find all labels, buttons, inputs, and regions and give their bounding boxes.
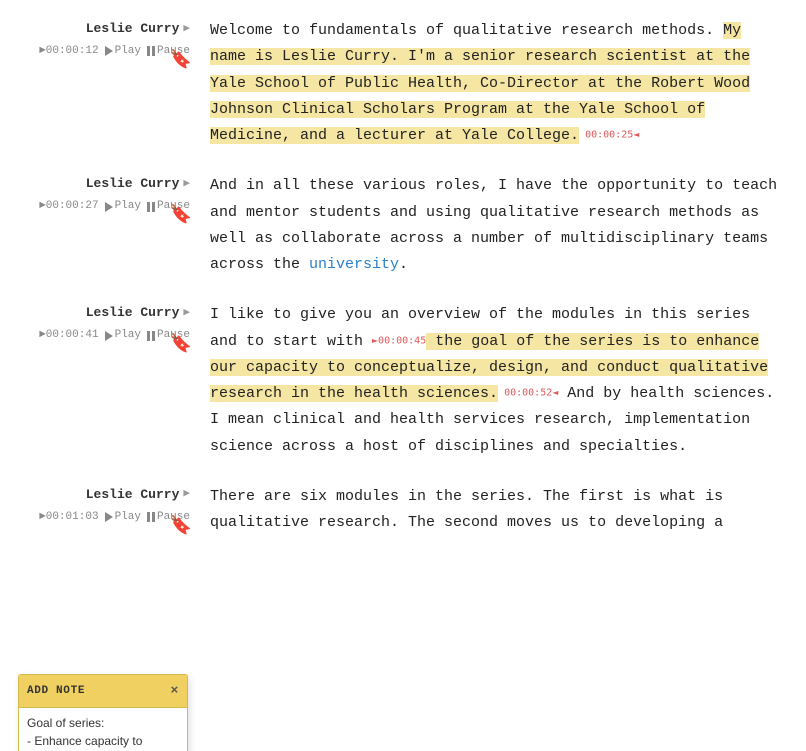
right-col-2: And in all these various roles, I have t… — [200, 173, 806, 278]
controls-row-4: ►00:01:03 Play Pause — [39, 508, 190, 527]
text-normal-2a: And in all these various roles, I have t… — [210, 177, 777, 273]
left-col-1: Leslie Curry ▶ ►00:00:12 Play Pause 🔖 — [0, 18, 200, 149]
speaker-name-4: Leslie Curry — [86, 484, 180, 506]
bookmark-icon-3-yellow[interactable]: 🔖 — [170, 330, 192, 361]
text-normal-2b: . — [399, 256, 408, 273]
transcript-container: Leslie Curry ▶ ►00:00:12 Play Pause 🔖 — [0, 0, 806, 751]
right-col-1: Welcome to fundamentals of qualitative r… — [200, 18, 806, 149]
play-icon-1 — [105, 46, 113, 56]
pause-bar-a-2 — [147, 202, 150, 212]
pause-bar-a-1 — [147, 46, 150, 56]
segment-3: Leslie Curry ▶ ►00:00:41 Play Pause 🔖 — [0, 294, 806, 468]
play-icon-3 — [105, 331, 113, 341]
pause-bar-b-4 — [152, 512, 155, 522]
inline-ts-3b: 00:00:52◄ — [498, 387, 558, 398]
speaker-row-2: Leslie Curry ▶ — [86, 173, 190, 195]
add-note-header: ADD NOTE × — [19, 675, 187, 708]
play-label-1: Play — [115, 42, 141, 61]
text-content-2: And in all these various roles, I have t… — [210, 173, 786, 278]
chevron-right-icon-1: ▶ — [183, 20, 190, 39]
speaker-name-3: Leslie Curry — [86, 302, 180, 324]
bookmark-icon-2[interactable]: 🔖 — [170, 201, 192, 232]
add-note-textarea[interactable]: Goal of series: - Enhance capacity to co… — [19, 708, 187, 751]
chevron-right-icon-2: ▶ — [183, 175, 190, 194]
timestamp-1: ►00:00:12 — [39, 42, 98, 61]
inline-ts-1: 00:00:25◄ — [579, 129, 639, 140]
chevron-right-icon-4: ▶ — [183, 485, 190, 504]
text-highlight-1: My name is Leslie Curry. I'm a senior re… — [210, 22, 750, 144]
speaker-name-1: Leslie Curry — [86, 18, 180, 40]
play-label-2: Play — [115, 197, 141, 216]
play-label-3: Play — [115, 326, 141, 345]
segment-1: Leslie Curry ▶ ►00:00:12 Play Pause 🔖 — [0, 10, 806, 157]
add-note-title: ADD NOTE — [27, 682, 85, 701]
segment-4: Leslie Curry ▶ ►00:01:03 Play Pause 🔖 — [0, 476, 806, 545]
text-normal-1a: Welcome to fundamentals of qualitative r… — [210, 22, 723, 39]
play-icon-2 — [105, 202, 113, 212]
text-normal-4a: There are six modules in the series. The… — [210, 488, 723, 531]
left-col-4: Leslie Curry ▶ ►00:01:03 Play Pause 🔖 — [0, 484, 200, 537]
segment-2: Leslie Curry ▶ ►00:00:27 Play Pause 🔖 — [0, 165, 806, 286]
add-note-close-button[interactable]: × — [171, 680, 179, 702]
chevron-right-icon-3: ▶ — [183, 304, 190, 323]
play-icon-4 — [105, 512, 113, 522]
pause-icon-4 — [147, 512, 155, 522]
play-button-4[interactable]: Play — [105, 508, 141, 527]
play-label-4: Play — [115, 508, 141, 527]
controls-row-3: ►00:00:41 Play Pause — [39, 326, 190, 345]
inline-ts-3a: ►00:00:45 — [372, 335, 426, 346]
pause-bar-b-3 — [152, 331, 155, 341]
controls-row-1: ►00:00:12 Play Pause — [39, 42, 190, 61]
bookmark-icon-1[interactable]: 🔖 — [170, 46, 192, 77]
play-button-1[interactable]: Play — [105, 42, 141, 61]
speaker-row-3: Leslie Curry ▶ — [86, 302, 190, 324]
add-note-popup: ADD NOTE × Goal of series: - Enhance cap… — [18, 674, 188, 751]
timestamp-3: ►00:00:41 — [39, 326, 98, 345]
pause-icon-1 — [147, 46, 155, 56]
text-content-3: I like to give you an overview of the mo… — [210, 302, 786, 460]
play-button-2[interactable]: Play — [105, 197, 141, 216]
text-content-4: There are six modules in the series. The… — [210, 484, 786, 537]
university-link[interactable]: university — [309, 256, 399, 273]
right-col-4: There are six modules in the series. The… — [200, 484, 806, 537]
text-content-1: Welcome to fundamentals of qualitative r… — [210, 18, 786, 149]
pause-icon-2 — [147, 202, 155, 212]
bookmark-icon-4[interactable]: 🔖 — [170, 512, 192, 543]
left-col-2: Leslie Curry ▶ ►00:00:27 Play Pause 🔖 — [0, 173, 200, 278]
pause-bar-b-1 — [152, 46, 155, 56]
pause-bar-a-4 — [147, 512, 150, 522]
pause-bar-a-3 — [147, 331, 150, 341]
left-col-3: Leslie Curry ▶ ►00:00:41 Play Pause 🔖 — [0, 302, 200, 460]
speaker-name-2: Leslie Curry — [86, 173, 180, 195]
controls-row-2: ►00:00:27 Play Pause — [39, 197, 190, 216]
right-col-3: I like to give you an overview of the mo… — [200, 302, 806, 460]
play-button-3[interactable]: Play — [105, 326, 141, 345]
speaker-row-1: Leslie Curry ▶ — [86, 18, 190, 40]
timestamp-4: ►00:01:03 — [39, 508, 98, 527]
pause-bar-b-2 — [152, 202, 155, 212]
speaker-row-4: Leslie Curry ▶ — [86, 484, 190, 506]
timestamp-2: ►00:00:27 — [39, 197, 98, 216]
pause-icon-3 — [147, 331, 155, 341]
